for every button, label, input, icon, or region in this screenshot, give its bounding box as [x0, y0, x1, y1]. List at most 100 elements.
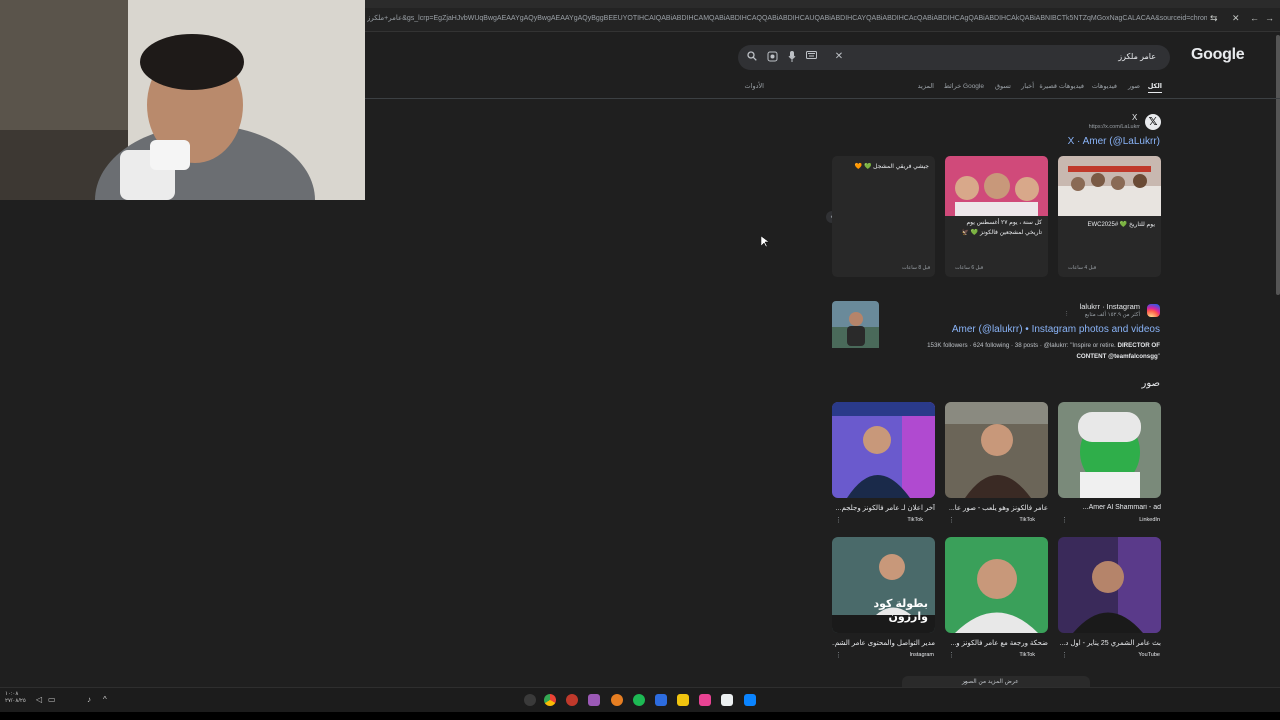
image-caption-1[interactable]: Amer Al Shammari - ad... — [1058, 504, 1161, 511]
back-icon[interactable]: ← — [1250, 13, 1259, 23]
image-tile-5[interactable] — [945, 537, 1048, 633]
network-icon[interactable]: ▭ — [48, 695, 56, 704]
image-caption-3[interactable]: آخر اعلان لـ عامر فالكونز وجلجم... — [832, 504, 935, 512]
keyboard-icon[interactable] — [805, 51, 817, 63]
x-post-time-1: قبل 4 ساعات — [1068, 265, 1097, 271]
spotify-app-icon[interactable] — [633, 694, 645, 706]
store-app-icon[interactable] — [655, 694, 667, 706]
url-text[interactable]: عامر+ملكرز&gs_lcrp=EgZjaHJvbWUqBwgAEAAYg… — [367, 14, 1207, 22]
instagram-snippet: 153K followers · 624 following · 38 post… — [880, 340, 1160, 362]
taskbar-clock[interactable]: ١٠:٠٨ ٢٧/٠٨/٢٥ — [5, 691, 26, 705]
forward-icon[interactable]: → — [1265, 13, 1274, 23]
search-input[interactable]: عامر ملكرز — [1118, 52, 1156, 61]
x-logo-icon: 𝕏 — [1145, 114, 1161, 130]
x-post-text-1: يوم للتاريخ 💚 #EWC2025 — [1087, 222, 1155, 228]
screen-bottom-strip — [0, 712, 1280, 720]
image-more-icon-5[interactable]: ⋮ — [948, 651, 955, 659]
x-post-time-3: قبل 8 ساعات — [902, 265, 931, 271]
instagram-icon — [1147, 304, 1160, 317]
tab-videos[interactable]: فيديوهات — [1092, 82, 1117, 90]
tab-images[interactable]: صور — [1128, 82, 1140, 90]
google-logo[interactable]: Google — [1191, 46, 1245, 64]
image-more-icon-4[interactable]: ⋮ — [1061, 651, 1068, 659]
tune-icon[interactable]: ⇆ — [1210, 13, 1218, 24]
media-app-icon[interactable] — [566, 694, 578, 706]
x-post-photo-2 — [945, 156, 1048, 216]
search-tabs: الكل صور فيديوهات فيديوهات قصيرة أخبار ت… — [738, 82, 1162, 94]
chevron-down-icon: ⌄ — [962, 678, 968, 685]
tab-maps[interactable]: خرائط Google — [944, 82, 984, 90]
image-more-icon-6[interactable]: ⋮ — [835, 651, 842, 659]
mic-tray-icon[interactable]: ♪ — [87, 695, 91, 704]
image-tile-4[interactable] — [1058, 537, 1161, 633]
tray-overflow-icon[interactable]: ^ — [103, 695, 107, 704]
x-post-card-1[interactable]: يوم للتاريخ 💚 #EWC2025 قبل 4 ساعات — [1058, 156, 1161, 277]
instagram-thumbnail[interactable] — [832, 301, 879, 348]
app-icon-9[interactable] — [699, 694, 711, 706]
tab-all[interactable]: الكل — [1147, 82, 1162, 93]
windows-start-icon[interactable] — [744, 694, 756, 706]
x-result-url: https://x.com/LaLukrr — [1088, 124, 1140, 130]
image-caption-2[interactable]: عامر فالكونز وهو يلعب - صور عا... — [945, 504, 1048, 512]
settings-app-icon[interactable] — [524, 694, 536, 706]
firefox-app-icon[interactable] — [611, 694, 623, 706]
instagram-meta: أكثر من ١٥٢.٩ ألف متابع — [1084, 312, 1140, 318]
search-icon[interactable] — [746, 51, 758, 63]
lens-icon[interactable] — [766, 51, 778, 63]
tab-tools[interactable]: الأدوات — [745, 82, 764, 90]
show-more-images-label: عرض المزيد من الصور — [962, 679, 1019, 685]
instagram-snippet-bold-1: DIRECTOR OF — [1117, 342, 1160, 349]
volume-icon[interactable]: ◁ — [36, 695, 42, 704]
x-post-text-2: كل سنة ، يوم ٢٧ أغسطس يوم تاريخي لمشجعين… — [961, 220, 1042, 236]
discord-app-icon[interactable] — [588, 694, 600, 706]
file-explorer-icon[interactable] — [677, 694, 689, 706]
image-tile-3[interactable] — [832, 402, 935, 498]
image-source-4: YouTube — [1138, 652, 1160, 658]
image-tile-6-banner: بطولة كود وارزون — [873, 598, 928, 623]
taskbar: ١٠:٠٨ ٢٧/٠٨/٢٥ ◁ ▭ ♪ ^ — [0, 687, 1280, 712]
image-source-6: Instagram — [909, 652, 934, 658]
x-result-title[interactable]: X · Amer (@LaLukrr) — [1000, 136, 1160, 147]
x-post-time-2: قبل 6 ساعات — [955, 265, 984, 271]
x-post-photo-1 — [1058, 156, 1161, 216]
close-icon[interactable]: ✕ — [1232, 13, 1240, 24]
instagram-snippet-end: " — [1157, 353, 1160, 360]
instagram-snippet-text: 153K followers · 624 following · 38 post… — [927, 342, 1116, 349]
image-more-icon-2[interactable]: ⋮ — [948, 516, 955, 524]
show-more-images-button[interactable]: عرض المزيد من الصور ⌄ — [902, 676, 1090, 687]
page-scrollbar[interactable] — [1276, 35, 1280, 295]
tab-short-videos[interactable]: فيديوهات قصيرة — [1039, 82, 1084, 90]
clock-date: ٢٧/٠٨/٢٥ — [5, 698, 26, 704]
image-caption-6[interactable]: مدير التواصل والمحتوى عامر الشم... — [832, 639, 935, 647]
tab-news[interactable]: أخبار — [1021, 82, 1034, 90]
image-more-icon-3[interactable]: ⋮ — [835, 516, 842, 524]
x-post-text-3: جيشي فريقي المشجل 💚 🧡 — [854, 164, 929, 170]
image-caption-4[interactable]: بث عامر الشمري 25 يناير - اول د... — [1058, 639, 1161, 647]
x-post-card-2[interactable]: كل سنة ، يوم ٢٧ أغسطس يوم تاريخي لمشجعين… — [945, 156, 1048, 277]
tab-more[interactable]: المزيد — [918, 82, 934, 90]
tab-shopping[interactable]: تسوق — [995, 82, 1011, 90]
clear-icon[interactable]: ✕ — [833, 51, 845, 63]
instagram-more-icon[interactable]: ⋮ — [1064, 311, 1070, 317]
webcam-picture — [0, 0, 365, 200]
webcam-overlay — [0, 0, 365, 200]
app-icon-10[interactable] — [721, 694, 733, 706]
instagram-site-name: lalukrr · Instagram — [1079, 302, 1140, 311]
image-source-3: TikTok — [907, 517, 923, 523]
address-bar[interactable]: عامر+ملكرز&gs_lcrp=EgZjaHJvbWUqBwgAEAAYg… — [365, 8, 1280, 32]
image-source-5: TikTok — [1019, 652, 1035, 658]
images-heading: صور — [1141, 378, 1161, 389]
microphone-icon[interactable] — [786, 51, 798, 63]
mouse-cursor-icon — [761, 236, 769, 248]
chrome-app-icon[interactable] — [544, 694, 556, 706]
instagram-snippet-bold-2: CONTENT @teamfalconsgg — [1076, 353, 1158, 360]
image-tile-2[interactable] — [945, 402, 1048, 498]
image-tile-1[interactable] — [1058, 402, 1161, 498]
results-page-left — [0, 200, 365, 687]
image-caption-5[interactable]: ضحكة ورجعة مع عامر فالكونز و... — [945, 639, 1048, 647]
search-box[interactable]: عامر ملكرز ✕ — [738, 45, 1170, 70]
result-close-icon[interactable]: X — [1132, 113, 1137, 122]
image-more-icon-1[interactable]: ⋮ — [1061, 516, 1068, 524]
instagram-result-title[interactable]: Amer (@lalukrr) • Instagram photos and v… — [900, 324, 1160, 335]
x-post-card-3[interactable]: جيشي فريقي المشجل 💚 🧡 قبل 8 ساعات — [832, 156, 935, 277]
